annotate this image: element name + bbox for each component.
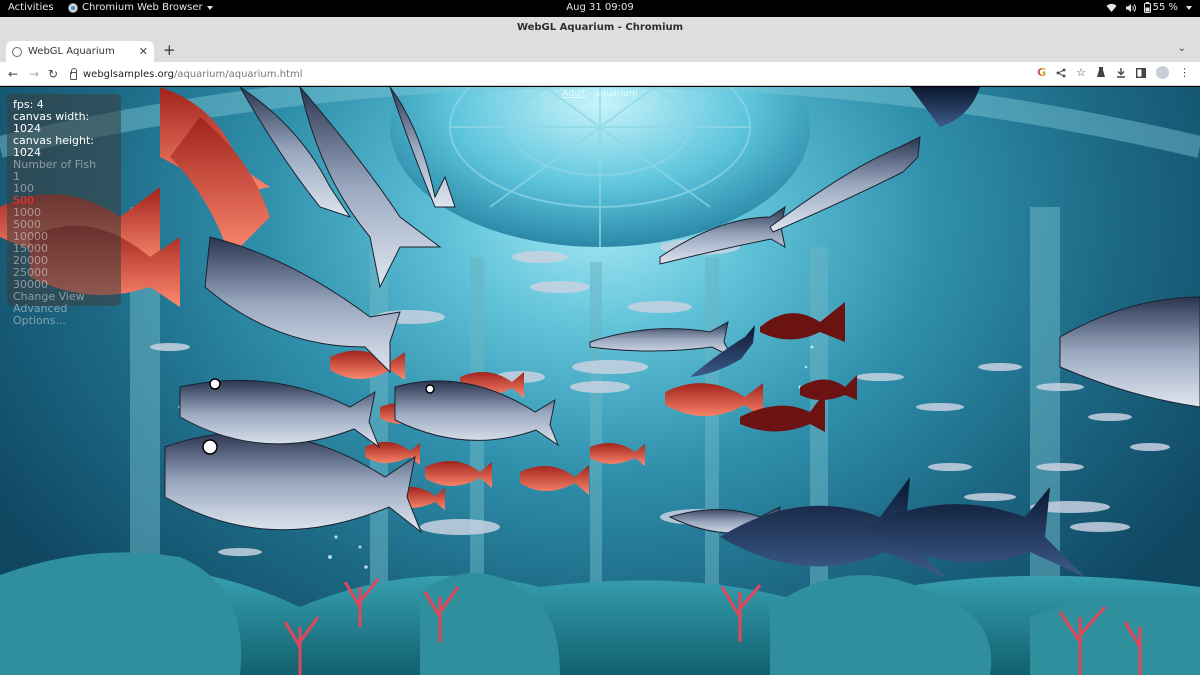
tab-webgl-aquarium[interactable]: WebGL Aquarium ✕ bbox=[6, 41, 154, 62]
close-icon[interactable]: ✕ bbox=[139, 45, 148, 58]
new-tab-button[interactable]: + bbox=[163, 41, 176, 60]
browser-toolbar: ← → ↻ webglsamples.org/aquarium/aquarium… bbox=[0, 62, 1200, 86]
address-bar[interactable]: webglsamples.org/aquarium/aquarium.html bbox=[66, 64, 1022, 84]
chevron-down-icon bbox=[206, 5, 213, 10]
fish-settings-panel: fps: 4 canvas width: 1024 canvas height:… bbox=[7, 94, 121, 327]
volume-icon bbox=[1125, 3, 1136, 12]
google-lens-icon[interactable]: G bbox=[1037, 66, 1046, 79]
tab-strip: WebGL Aquarium ✕ + ⌄ bbox=[0, 39, 1200, 62]
aquarium-scene bbox=[0, 87, 1200, 675]
download-icon[interactable] bbox=[1116, 67, 1126, 78]
url-text[interactable]: webglsamples.org/aquarium/aquarium.html bbox=[83, 69, 302, 80]
chromium-icon bbox=[68, 2, 78, 13]
battery-percent: 55 % bbox=[1152, 2, 1178, 13]
app-menu[interactable]: Chromium Web Browser bbox=[68, 2, 213, 13]
profile-icon[interactable] bbox=[1156, 66, 1169, 79]
window-title-bar[interactable]: WebGL Aquarium - Chromium bbox=[0, 17, 1200, 39]
webgl-aquarium-canvas[interactable]: Adult - aquarium fps: 4 canvas width: 10… bbox=[0, 87, 1200, 675]
lock-icon[interactable] bbox=[70, 67, 77, 80]
kebab-menu-icon[interactable]: ⋮ bbox=[1179, 66, 1190, 79]
wifi-icon bbox=[1106, 3, 1117, 12]
app-menu-label: Chromium Web Browser bbox=[82, 2, 203, 13]
tab-search-chevron-icon[interactable]: ⌄ bbox=[1178, 43, 1186, 54]
system-tray[interactable]: 55 % bbox=[1106, 2, 1192, 13]
canvas-width-readout: canvas width: 1024 bbox=[13, 110, 90, 135]
page-title-suffix: - aquarium bbox=[585, 89, 638, 99]
number-of-fish-label: Number of Fish bbox=[13, 158, 97, 171]
canvas-height-readout: canvas height: 1024 bbox=[13, 134, 95, 159]
extensions-icon[interactable] bbox=[1096, 67, 1106, 78]
side-panel-icon[interactable] bbox=[1136, 67, 1146, 78]
share-icon[interactable] bbox=[1056, 68, 1066, 78]
options-button[interactable]: Options... bbox=[13, 315, 115, 327]
gnome-top-bar: Activities Chromium Web Browser Aug 31 0… bbox=[0, 0, 1200, 17]
activities-button[interactable]: Activities bbox=[8, 2, 54, 13]
battery-icon bbox=[1143, 2, 1151, 13]
chevron-down-icon bbox=[1186, 5, 1192, 10]
tab-title: WebGL Aquarium bbox=[28, 46, 115, 57]
forward-arrow-icon[interactable]: → bbox=[29, 66, 39, 82]
bookmark-star-icon[interactable]: ☆ bbox=[1076, 66, 1086, 79]
adult-link[interactable]: Adult bbox=[562, 89, 585, 99]
dark-red-fish bbox=[740, 302, 857, 432]
window-title: WebGL Aquarium - Chromium bbox=[516, 22, 684, 33]
reload-icon[interactable]: ↻ bbox=[48, 66, 58, 82]
back-arrow-icon[interactable]: ← bbox=[8, 66, 18, 82]
globe-icon bbox=[12, 46, 22, 57]
